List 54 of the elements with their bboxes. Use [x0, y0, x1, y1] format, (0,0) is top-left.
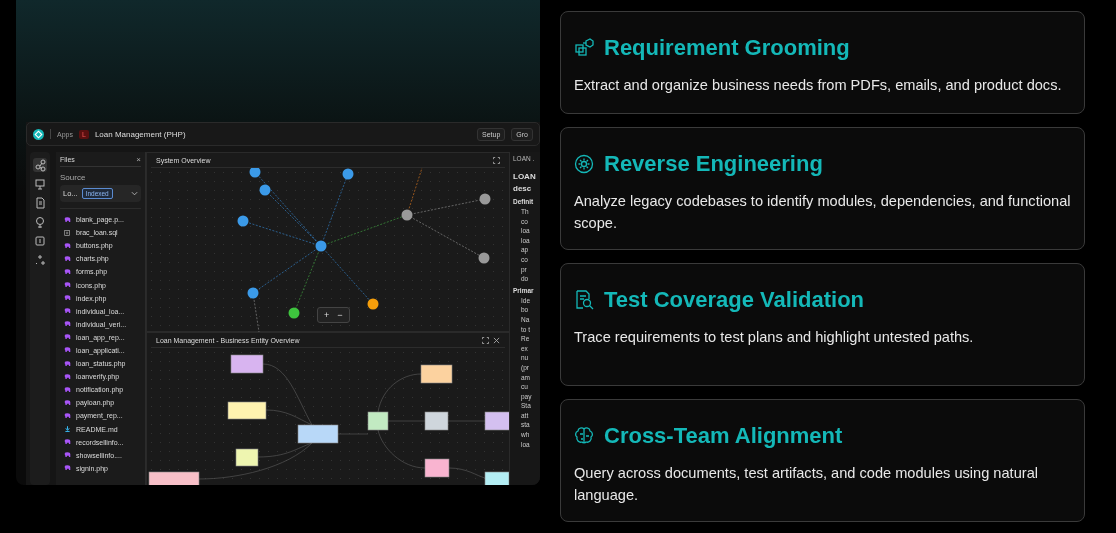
feature-title: Test Coverage Validation: [604, 287, 864, 313]
graph-node[interactable]: [342, 168, 354, 180]
monitor-icon[interactable]: [33, 177, 47, 191]
graph-node[interactable]: [479, 193, 491, 205]
source-label: Source: [60, 173, 87, 182]
close-icon[interactable]: [493, 336, 500, 344]
graph-node[interactable]: [401, 209, 413, 221]
feature-title: Cross-Team Alignment: [604, 423, 843, 449]
graph-icon[interactable]: [33, 158, 47, 172]
entity-node[interactable]: [148, 471, 200, 485]
entity-node[interactable]: [235, 448, 259, 467]
entity-node[interactable]: [424, 458, 450, 478]
graph-node[interactable]: [478, 252, 490, 264]
graph-node[interactable]: [249, 168, 261, 178]
graph-node[interactable]: [259, 184, 271, 196]
database-icon: [64, 229, 71, 236]
cubes-icon: [574, 38, 594, 58]
tree-icon[interactable]: [33, 215, 47, 229]
entity-node[interactable]: [424, 411, 449, 431]
zoom-button[interactable]: −: [334, 310, 346, 320]
entity-node[interactable]: [484, 411, 509, 431]
feature-title: Requirement Grooming: [604, 35, 850, 61]
brain-icon: [574, 426, 594, 446]
feature-description: Analyze legacy codebases to identify modules, dependencies, and functional scope.: [574, 192, 1071, 233]
app-title: Loan Management (PHP): [94, 129, 186, 139]
expand-icon[interactable]: [482, 336, 489, 344]
feature-title: Reverse Engineering: [604, 151, 823, 177]
expand-icon[interactable]: [493, 156, 500, 164]
number-icon[interactable]: [33, 234, 47, 248]
zoom-button[interactable]: +: [321, 310, 333, 320]
graph-node[interactable]: [315, 240, 327, 252]
feature-description: Extract and organize business needs from PDFs, emails, and product docs.: [574, 76, 1063, 95]
details-heading: LOAN: [513, 171, 537, 183]
feature-description: Query across documents, test artifacts, and code modules using natural language.: [574, 464, 1039, 505]
entity-node[interactable]: [484, 471, 509, 485]
graph-node[interactable]: [367, 298, 379, 310]
entity-node[interactable]: [230, 354, 264, 374]
entity-node[interactable]: [227, 401, 267, 420]
logo-icon: [33, 128, 44, 140]
entity-node[interactable]: [297, 424, 339, 444]
graph-node[interactable]: [247, 287, 259, 299]
gear-icon: [574, 154, 594, 174]
entity-node[interactable]: [420, 364, 453, 384]
feature-description: Trace requirements to test plans and highlight untested paths.: [574, 328, 975, 347]
chevron-down-icon: [131, 190, 138, 197]
graph-node[interactable]: [288, 307, 300, 319]
document-search-icon: [574, 290, 594, 310]
details-heading: desc: [513, 183, 533, 195]
sparkle-icon[interactable]: [33, 253, 47, 267]
entity-node[interactable]: [367, 411, 389, 431]
download-arrow-icon: [64, 426, 71, 433]
graph-node[interactable]: [237, 215, 249, 227]
close-button[interactable]: ×: [136, 156, 141, 163]
document-icon[interactable]: [33, 196, 47, 210]
